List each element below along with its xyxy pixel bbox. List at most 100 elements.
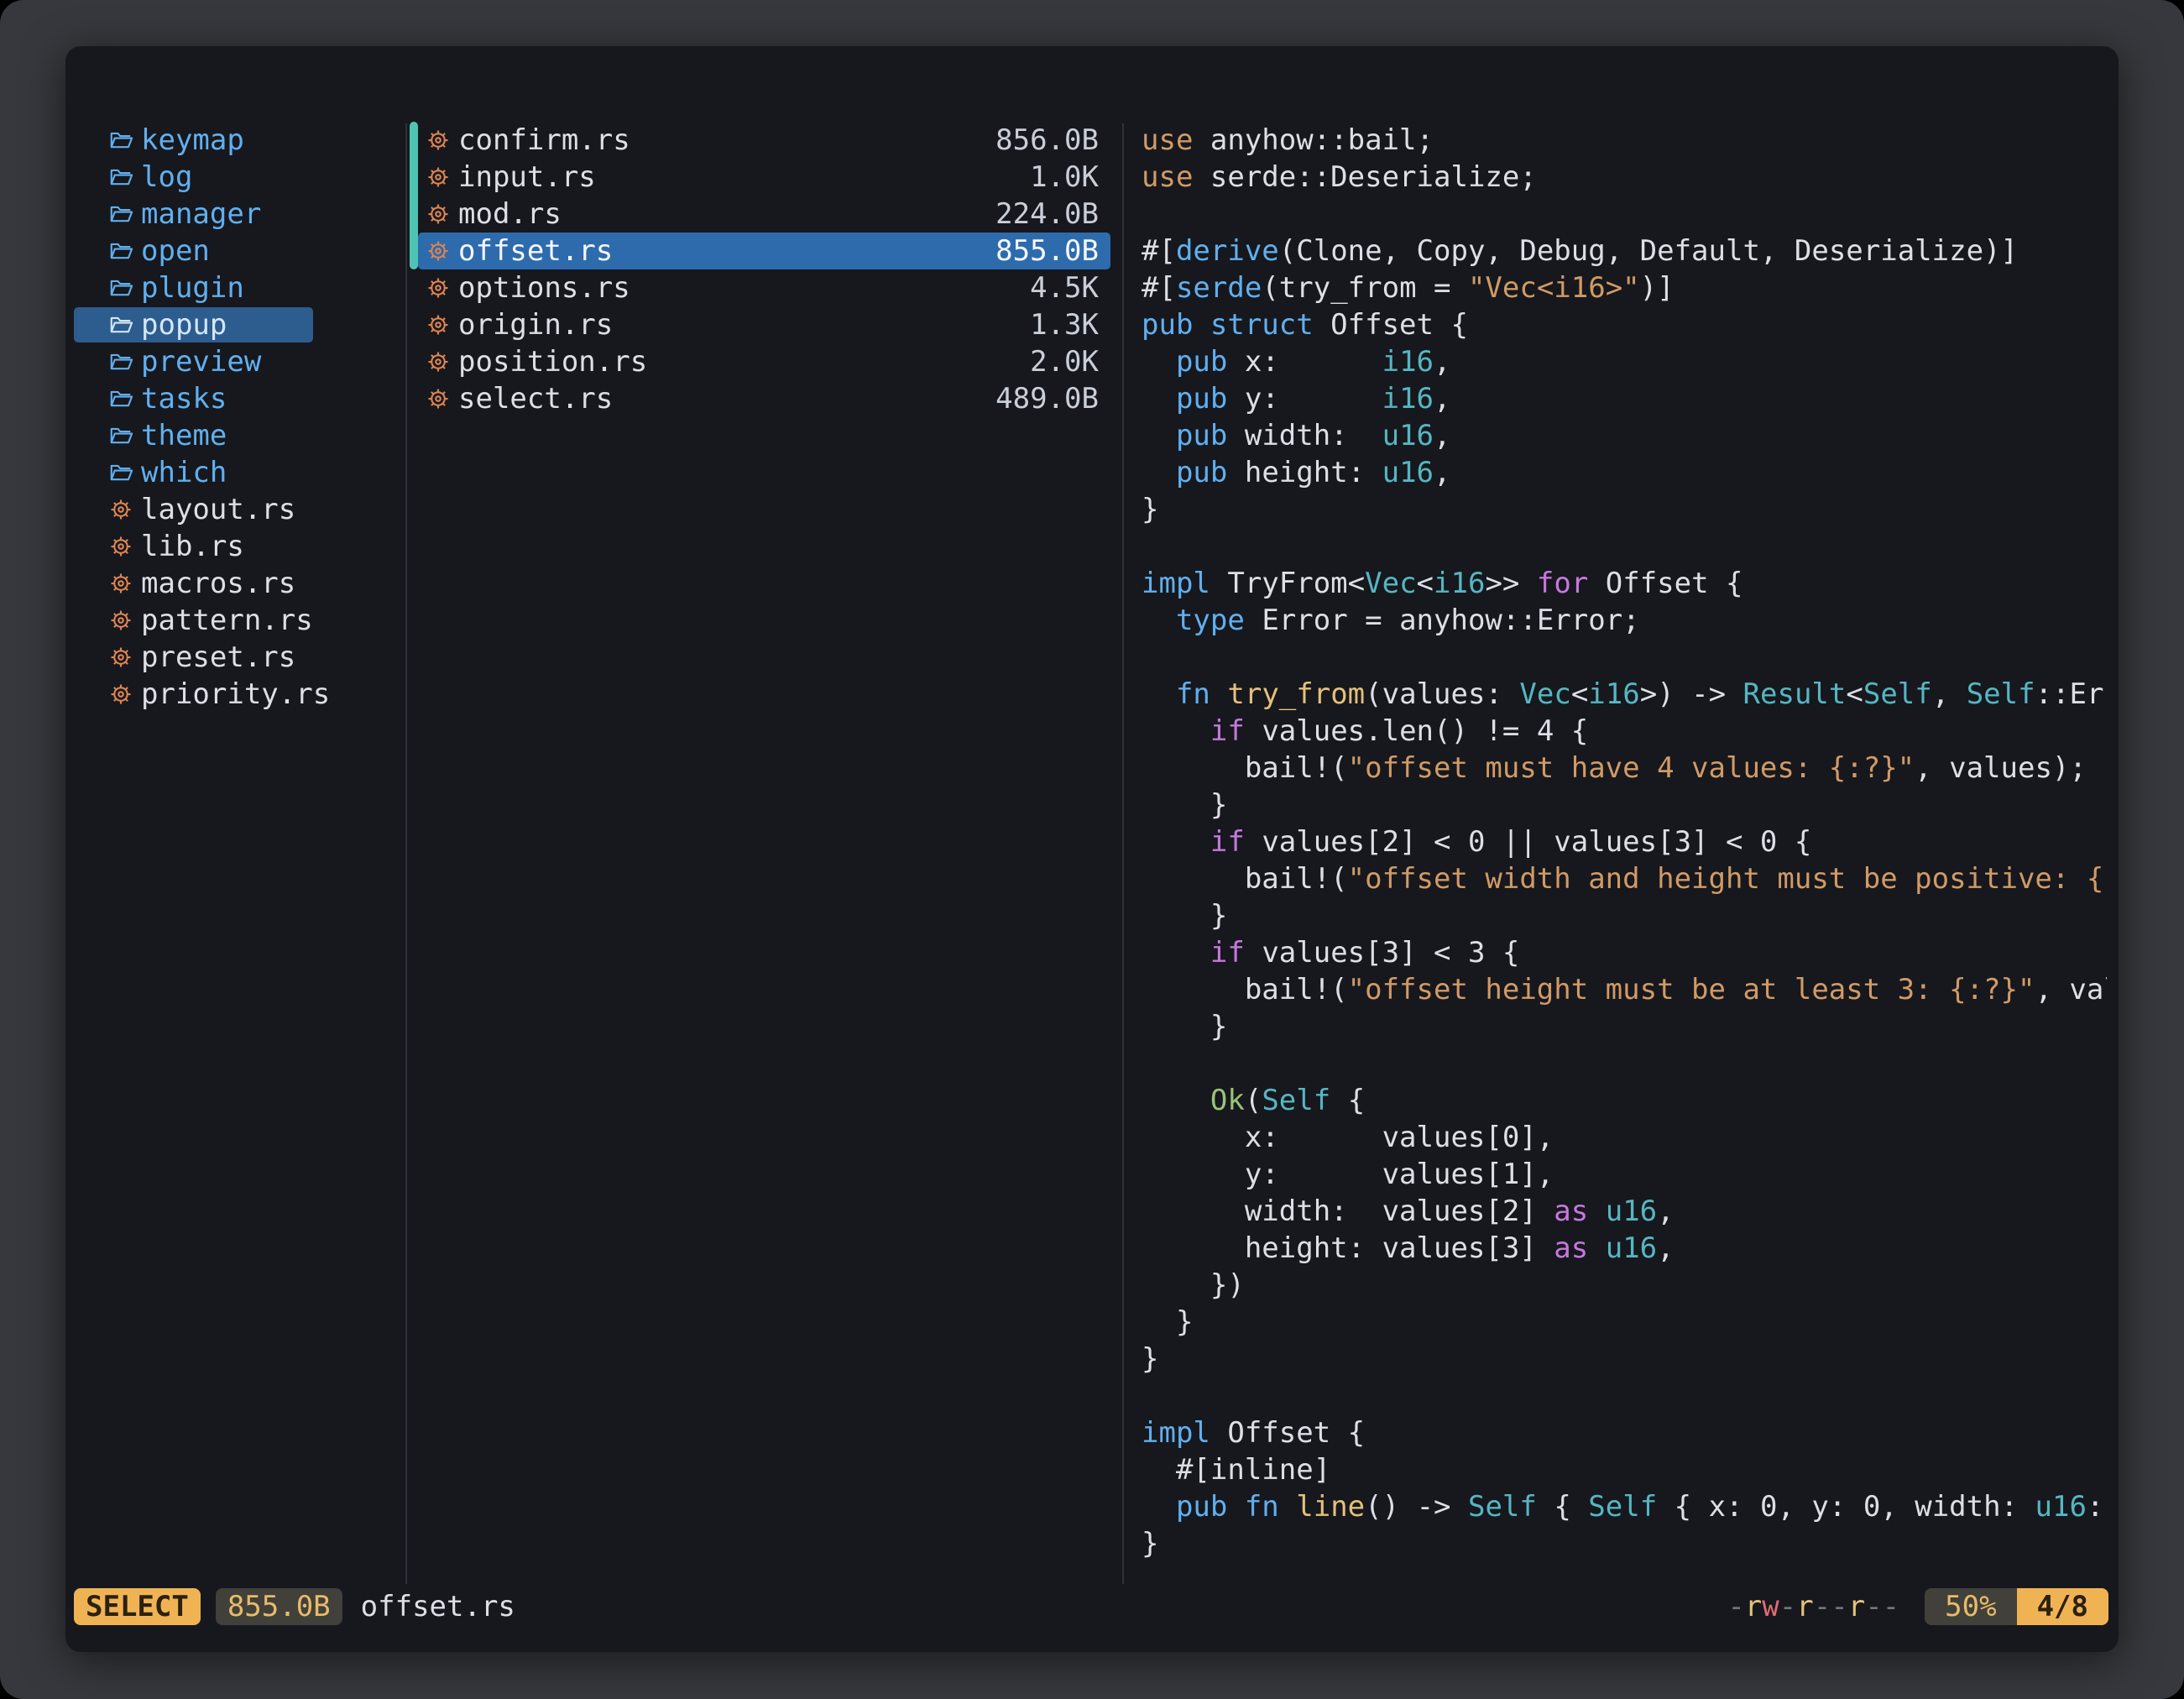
- code-line: #[serde(try_from = "Vec<i16>")]: [1142, 269, 2107, 306]
- rust-file-icon: [425, 385, 452, 412]
- entry-name: manager: [141, 197, 261, 231]
- sidebar-dir-popup[interactable]: popup: [74, 306, 405, 343]
- rust-file-icon: [107, 496, 134, 523]
- sidebar-dir-which[interactable]: which: [74, 454, 405, 491]
- sidebar-dir-theme[interactable]: theme: [74, 417, 405, 454]
- folder-icon: [107, 127, 134, 154]
- rust-file-icon: [425, 348, 452, 375]
- code-line: width: values[2] as u16,: [1142, 1193, 2107, 1230]
- code-line: fn try_from(values: Vec<i16>) -> Result<…: [1142, 676, 2107, 713]
- file-preview-pane: use anyhow::bail;use serde::Deserialize;…: [1142, 122, 2107, 1582]
- file-row-select-rs[interactable]: select.rs489.0B: [418, 380, 1110, 417]
- rust-file-icon: [425, 127, 452, 154]
- marked-indicator: [410, 159, 418, 196]
- code-line: bail!("offset width and height must be p…: [1142, 860, 2107, 897]
- sidebar-file-layout-rs[interactable]: layout.rs: [74, 491, 405, 528]
- marked-indicator: [410, 122, 418, 159]
- file-size: 2.0K: [1030, 345, 1099, 379]
- code-line: }: [1142, 491, 2107, 528]
- pane-separator-right: [1122, 123, 1124, 1584]
- status-filename: offset.rs: [361, 1590, 515, 1623]
- sidebar-file-pattern-rs[interactable]: pattern.rs: [74, 602, 405, 639]
- entry-name: lib.rs: [141, 530, 244, 563]
- rust-file-icon: [425, 274, 452, 301]
- sidebar-file-macros-rs[interactable]: macros.rs: [74, 565, 405, 602]
- sidebar-file-priority-rs[interactable]: priority.rs: [74, 676, 405, 713]
- file-row-mod-rs[interactable]: mod.rs224.0B: [418, 196, 1110, 233]
- folder-icon: [107, 348, 134, 375]
- status-right-group: -rw-r--r-- 50% 4/8: [1727, 1588, 2108, 1625]
- sidebar-file-preset-rs[interactable]: preset.rs: [74, 639, 405, 676]
- rust-file-icon: [425, 238, 452, 264]
- file-name: options.rs: [458, 271, 1030, 305]
- code-line: pub width: u16,: [1142, 417, 2107, 454]
- desktop-background: keymaplogmanageropenpluginpopuppreviewta…: [0, 0, 2184, 1699]
- file-row-confirm-rs[interactable]: confirm.rs856.0B: [418, 122, 1110, 159]
- file-name: mod.rs: [458, 197, 995, 231]
- entry-name: macros.rs: [141, 567, 295, 600]
- yazi-terminal-window: keymaplogmanageropenpluginpopuppreviewta…: [65, 46, 2119, 1652]
- entry-name: preset.rs: [141, 640, 295, 674]
- file-row-position-rs[interactable]: position.rs2.0K: [418, 343, 1110, 380]
- file-permissions: -rw-r--r--: [1727, 1590, 1899, 1623]
- sidebar-dir-manager[interactable]: manager: [74, 196, 405, 233]
- code-line: [1142, 528, 2107, 565]
- status-bar: SELECT 855.0B offset.rs -rw-r--r-- 50% 4…: [74, 1588, 2108, 1625]
- code-line: bail!("offset must have 4 values: {:?}",…: [1142, 750, 2107, 787]
- sidebar-dir-open[interactable]: open: [74, 233, 405, 269]
- folder-icon: [107, 164, 134, 191]
- entry-name: open: [141, 234, 210, 268]
- sidebar-dir-plugin[interactable]: plugin: [74, 269, 405, 306]
- status-left-group: SELECT 855.0B offset.rs: [74, 1588, 515, 1625]
- sidebar-dir-keymap[interactable]: keymap: [74, 122, 405, 159]
- code-line: }: [1142, 1304, 2107, 1341]
- file-row-options-rs[interactable]: options.rs4.5K: [418, 269, 1110, 306]
- file-size-badge: 855.0B: [216, 1588, 342, 1625]
- code-line: use serde::Deserialize;: [1142, 159, 2107, 196]
- file-size: 489.0B: [995, 382, 1099, 416]
- file-size: 224.0B: [995, 197, 1099, 231]
- file-name: confirm.rs: [458, 123, 995, 157]
- mode-badge: SELECT: [74, 1588, 201, 1625]
- sidebar-dir-tasks[interactable]: tasks: [74, 380, 405, 417]
- file-size: 855.0B: [995, 234, 1099, 268]
- file-name: position.rs: [458, 345, 1030, 379]
- code-line: [1142, 1377, 2107, 1414]
- code-line: type Error = anyhow::Error;: [1142, 602, 2107, 639]
- pane-separator-left: [405, 123, 407, 1584]
- code-line: pub height: u16,: [1142, 454, 2107, 491]
- rust-file-icon: [107, 607, 134, 634]
- code-line: }: [1142, 1341, 2107, 1377]
- code-line: y: values[1],: [1142, 1156, 2107, 1193]
- code-line: pub struct Offset {: [1142, 306, 2107, 343]
- sidebar-file-lib-rs[interactable]: lib.rs: [74, 528, 405, 565]
- file-name: input.rs: [458, 160, 1030, 194]
- code-line: impl Offset {: [1142, 1414, 2107, 1451]
- file-size: 1.3K: [1030, 308, 1099, 342]
- folder-icon: [107, 311, 134, 338]
- entry-name: which: [141, 456, 227, 489]
- file-row-input-rs[interactable]: input.rs1.0K: [418, 159, 1110, 196]
- folder-icon: [107, 201, 134, 227]
- sidebar-dir-preview[interactable]: preview: [74, 343, 405, 380]
- entry-name: tasks: [141, 382, 227, 416]
- code-line: }: [1142, 1008, 2107, 1045]
- rust-file-icon: [425, 201, 452, 227]
- entry-name: pattern.rs: [141, 604, 313, 637]
- scroll-percent-badge: 50%: [1925, 1588, 2016, 1625]
- rust-file-icon: [107, 644, 134, 671]
- code-line: }: [1142, 897, 2107, 934]
- entry-name: priority.rs: [141, 677, 330, 711]
- code-line: #[derive(Clone, Copy, Debug, Default, De…: [1142, 233, 2107, 269]
- file-size: 1.0K: [1030, 160, 1099, 194]
- file-size: 4.5K: [1030, 271, 1099, 305]
- parent-directory-pane: keymaplogmanageropenpluginpopuppreviewta…: [74, 122, 405, 713]
- file-row-origin-rs[interactable]: origin.rs1.3K: [418, 306, 1110, 343]
- sidebar-dir-log[interactable]: log: [74, 159, 405, 196]
- code-line: x: values[0],: [1142, 1119, 2107, 1156]
- code-line: if values[3] < 3 {: [1142, 934, 2107, 971]
- entry-name: layout.rs: [141, 493, 295, 526]
- file-row-offset-rs[interactable]: offset.rs855.0B: [418, 233, 1110, 269]
- marked-indicator: [410, 196, 418, 233]
- code-line: #[inline]: [1142, 1451, 2107, 1488]
